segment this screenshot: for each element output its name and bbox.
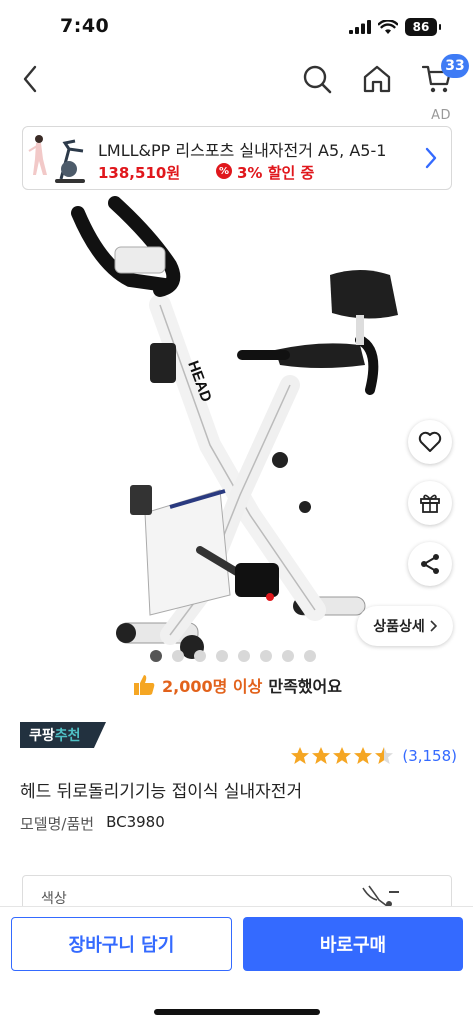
home-icon	[363, 65, 391, 93]
cellular-signal-icon	[349, 20, 371, 34]
status-icons: 86	[349, 18, 441, 36]
product-detail-button[interactable]: 상품상세	[357, 606, 453, 646]
carousel-indicator[interactable]	[150, 650, 316, 662]
battery-indicator: 86	[405, 18, 441, 36]
product-image[interactable]: HEAD	[60, 195, 420, 665]
satisfaction-text: 만족했어요	[268, 677, 342, 696]
carousel-dot[interactable]	[260, 650, 272, 662]
ad-label: AD	[431, 108, 451, 123]
product-detail-label: 상품상세	[373, 619, 425, 635]
discount-badge-icon: %	[216, 163, 232, 179]
ad-title: LMLL&PP 리스포츠 실내자전거 A5, A5-1	[98, 141, 387, 160]
home-indicator	[154, 1009, 320, 1015]
search-button[interactable]	[300, 62, 334, 96]
carousel-dot[interactable]	[150, 650, 162, 662]
rating[interactable]: (3,158)	[290, 746, 457, 766]
coupang-recommend-badge: 쿠팡 추천	[20, 722, 106, 748]
star-icon	[312, 747, 331, 764]
chevron-left-icon	[23, 65, 37, 93]
option-thumbnail-image	[362, 885, 399, 907]
ad-banner[interactable]: LMLL&PP 리스포츠 실내자전거 A5, A5-1 138,510원 % 3…	[22, 126, 452, 190]
thumbs-up-icon	[134, 675, 155, 695]
carousel-dot[interactable]	[172, 650, 184, 662]
home-button[interactable]	[360, 62, 394, 96]
carousel-dot[interactable]	[216, 650, 228, 662]
back-button[interactable]	[14, 63, 46, 95]
star-icon	[291, 747, 310, 764]
wifi-icon	[378, 19, 398, 34]
buy-now-button[interactable]: 바로구매	[243, 917, 463, 971]
bottom-action-bar: 장바구니 담기 바로구매	[0, 906, 473, 1024]
cart-count-badge: 33	[441, 54, 469, 78]
recommend-badge-label: 추천	[54, 728, 81, 744]
satisfaction-row: 2,000명 이상 만족했어요	[132, 673, 342, 697]
model-label: 모델명/품번	[20, 815, 95, 833]
carousel-dot[interactable]	[304, 650, 316, 662]
screen: 7:40 86 33 AD LMLL&PP 리스포츠 실내자전거 A5, A5-…	[0, 0, 473, 1024]
chevron-right-icon	[425, 147, 437, 169]
carousel-dot[interactable]	[238, 650, 250, 662]
status-time: 7:40	[60, 15, 110, 37]
star-icon	[375, 747, 394, 764]
carousel-dot[interactable]	[282, 650, 294, 662]
heart-icon	[418, 431, 442, 452]
share-button[interactable]	[408, 542, 452, 586]
star-icon	[333, 747, 352, 764]
add-to-cart-button[interactable]: 장바구니 담기	[11, 917, 232, 971]
ad-product-image	[28, 135, 85, 183]
option-label: 색상	[41, 891, 67, 907]
gift-icon	[420, 494, 440, 513]
ad-discount: 3% 할인 중	[237, 164, 315, 182]
share-icon	[421, 554, 439, 574]
carousel-dot[interactable]	[194, 650, 206, 662]
model-info: 모델명/품번 BC3980	[20, 813, 165, 834]
review-count[interactable]: (3,158)	[402, 747, 457, 765]
star-icon	[354, 747, 373, 764]
rating-stars	[290, 746, 394, 766]
gift-button[interactable]	[408, 481, 452, 525]
recommend-badge-brand: 쿠팡	[29, 728, 55, 744]
chevron-right-icon	[430, 620, 437, 632]
ad-price: 138,510원	[98, 164, 181, 182]
model-value: BC3980	[106, 813, 165, 831]
satisfaction-count: 2,000명 이상	[162, 677, 263, 696]
product-title: 헤드 뒤로돌리기기능 접이식 실내자전거	[20, 782, 303, 802]
wishlist-button[interactable]	[408, 420, 452, 464]
search-icon	[303, 65, 332, 94]
